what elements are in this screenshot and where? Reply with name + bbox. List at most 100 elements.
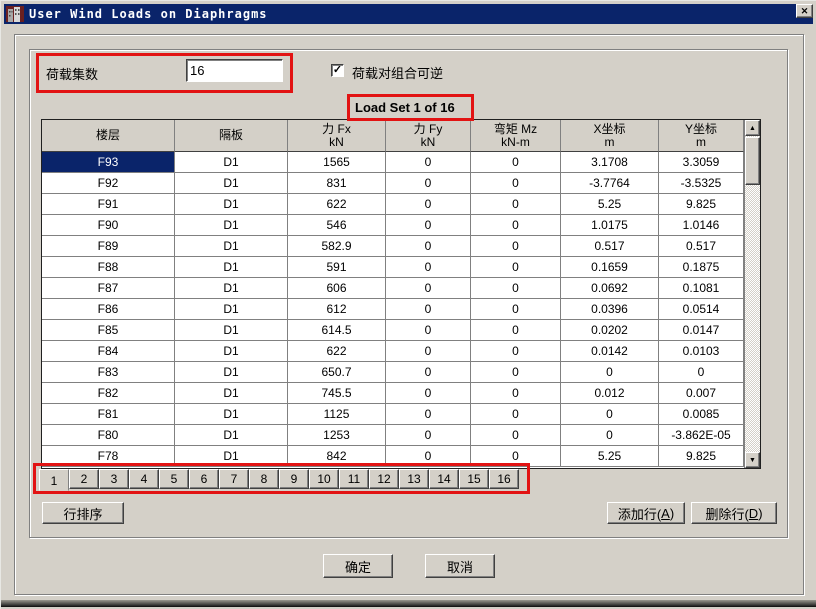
table-cell[interactable]: 0.007 bbox=[659, 383, 744, 404]
table-cell[interactable]: 0 bbox=[386, 236, 471, 257]
table-cell[interactable]: D1 bbox=[175, 320, 288, 341]
table-cell[interactable]: D1 bbox=[175, 215, 288, 236]
table-cell[interactable]: 0 bbox=[386, 341, 471, 362]
table-cell[interactable]: 0.1875 bbox=[659, 257, 744, 278]
table-cell[interactable]: 9.825 bbox=[659, 194, 744, 215]
table-cell[interactable]: 0 bbox=[386, 320, 471, 341]
table-scrollbar[interactable]: ▲ ▼ bbox=[744, 120, 760, 468]
add-row-button[interactable]: 添加行(A) bbox=[607, 502, 685, 524]
table-row[interactable]: F81D111250000.0085 bbox=[42, 404, 760, 425]
scroll-down-button[interactable]: ▼ bbox=[745, 452, 760, 468]
tab-14[interactable]: 14 bbox=[429, 469, 459, 489]
tab-9[interactable]: 9 bbox=[279, 469, 309, 489]
tab-8[interactable]: 8 bbox=[249, 469, 279, 489]
table-cell[interactable]: 0.0692 bbox=[561, 278, 659, 299]
table-cell[interactable]: F78 bbox=[42, 446, 175, 467]
table-cell[interactable]: 0 bbox=[471, 194, 561, 215]
table-cell[interactable]: 0.0202 bbox=[561, 320, 659, 341]
table-cell[interactable]: 0.0142 bbox=[561, 341, 659, 362]
table-cell[interactable]: 1.0146 bbox=[659, 215, 744, 236]
table-row[interactable]: F91D1622005.259.825 bbox=[42, 194, 760, 215]
table-cell[interactable]: 606 bbox=[288, 278, 386, 299]
table-cell[interactable]: F90 bbox=[42, 215, 175, 236]
table-cell[interactable]: 0 bbox=[471, 446, 561, 467]
table-cell[interactable]: 0.517 bbox=[561, 236, 659, 257]
table-cell[interactable]: F92 bbox=[42, 173, 175, 194]
table-cell[interactable]: 0 bbox=[471, 299, 561, 320]
table-row[interactable]: F84D1622000.01420.0103 bbox=[42, 341, 760, 362]
table-cell[interactable]: 0 bbox=[471, 320, 561, 341]
title-bar[interactable]: User Wind Loads on Diaphragms bbox=[4, 4, 813, 24]
table-cell[interactable]: 0 bbox=[386, 404, 471, 425]
table-cell[interactable]: 0 bbox=[386, 383, 471, 404]
table-cell[interactable]: 1565 bbox=[288, 152, 386, 173]
table-cell[interactable]: 0 bbox=[561, 404, 659, 425]
table-cell[interactable]: 0 bbox=[471, 173, 561, 194]
table-cell[interactable]: 3.3059 bbox=[659, 152, 744, 173]
table-cell[interactable]: D1 bbox=[175, 299, 288, 320]
table-cell[interactable]: 612 bbox=[288, 299, 386, 320]
table-cell[interactable]: D1 bbox=[175, 383, 288, 404]
table-cell[interactable]: 614.5 bbox=[288, 320, 386, 341]
table-cell[interactable]: 5.25 bbox=[561, 446, 659, 467]
table-cell[interactable]: 0 bbox=[386, 278, 471, 299]
table-cell[interactable]: 831 bbox=[288, 173, 386, 194]
close-button[interactable]: ✕ bbox=[796, 4, 813, 18]
tab-15[interactable]: 15 bbox=[459, 469, 489, 489]
table-cell[interactable]: D1 bbox=[175, 341, 288, 362]
table-cell[interactable]: D1 bbox=[175, 257, 288, 278]
table-cell[interactable]: 745.5 bbox=[288, 383, 386, 404]
table-row[interactable]: F92D183100-3.7764-3.5325 bbox=[42, 173, 760, 194]
table-cell[interactable]: 622 bbox=[288, 194, 386, 215]
tab-3[interactable]: 3 bbox=[99, 469, 129, 489]
table-row[interactable]: F83D1650.70000 bbox=[42, 362, 760, 383]
table-cell[interactable]: 0 bbox=[386, 446, 471, 467]
table-cell[interactable]: 0 bbox=[659, 362, 744, 383]
table-cell[interactable]: 591 bbox=[288, 257, 386, 278]
table-cell[interactable]: D1 bbox=[175, 425, 288, 446]
scroll-up-button[interactable]: ▲ bbox=[745, 120, 760, 136]
table-cell[interactable]: D1 bbox=[175, 236, 288, 257]
table-row[interactable]: F80D11253000-3.862E-05 bbox=[42, 425, 760, 446]
table-cell[interactable]: 546 bbox=[288, 215, 386, 236]
table-cell[interactable]: 0.0103 bbox=[659, 341, 744, 362]
tab-13[interactable]: 13 bbox=[399, 469, 429, 489]
table-cell[interactable]: 0.1081 bbox=[659, 278, 744, 299]
table-cell[interactable]: 0 bbox=[561, 425, 659, 446]
table-cell[interactable]: 0 bbox=[386, 152, 471, 173]
table-cell[interactable]: D1 bbox=[175, 278, 288, 299]
tab-7[interactable]: 7 bbox=[219, 469, 249, 489]
table-cell[interactable]: D1 bbox=[175, 194, 288, 215]
table-cell[interactable]: 0 bbox=[386, 299, 471, 320]
ok-button[interactable]: 确定 bbox=[323, 554, 393, 578]
table-row[interactable]: F89D1582.9000.5170.517 bbox=[42, 236, 760, 257]
table-cell[interactable]: F84 bbox=[42, 341, 175, 362]
table-cell[interactable]: D1 bbox=[175, 404, 288, 425]
table-cell[interactable]: F85 bbox=[42, 320, 175, 341]
table-cell[interactable]: D1 bbox=[175, 173, 288, 194]
table-cell[interactable]: 1.0175 bbox=[561, 215, 659, 236]
table-cell[interactable]: 0.517 bbox=[659, 236, 744, 257]
table-cell[interactable]: 0 bbox=[471, 341, 561, 362]
table-cell[interactable]: 0.012 bbox=[561, 383, 659, 404]
table-cell[interactable]: 0 bbox=[386, 425, 471, 446]
table-cell[interactable]: 0.0396 bbox=[561, 299, 659, 320]
table-row[interactable]: F78D1842005.259.825 bbox=[42, 446, 760, 467]
table-cell[interactable]: F81 bbox=[42, 404, 175, 425]
table-cell[interactable]: 5.25 bbox=[561, 194, 659, 215]
table-row[interactable]: F87D1606000.06920.1081 bbox=[42, 278, 760, 299]
table-cell[interactable]: 0 bbox=[561, 362, 659, 383]
table-cell[interactable]: F93 bbox=[42, 152, 175, 173]
table-cell[interactable]: F91 bbox=[42, 194, 175, 215]
row-sort-button[interactable]: 行排序 bbox=[42, 502, 124, 524]
table-row[interactable]: F86D1612000.03960.0514 bbox=[42, 299, 760, 320]
table-cell[interactable]: F87 bbox=[42, 278, 175, 299]
table-cell[interactable]: 0 bbox=[386, 362, 471, 383]
tab-2[interactable]: 2 bbox=[69, 469, 99, 489]
tab-5[interactable]: 5 bbox=[159, 469, 189, 489]
table-cell[interactable]: D1 bbox=[175, 362, 288, 383]
table-cell[interactable]: 0.0085 bbox=[659, 404, 744, 425]
table-cell[interactable]: 0.0514 bbox=[659, 299, 744, 320]
table-cell[interactable]: 0 bbox=[471, 425, 561, 446]
table-cell[interactable]: 1125 bbox=[288, 404, 386, 425]
